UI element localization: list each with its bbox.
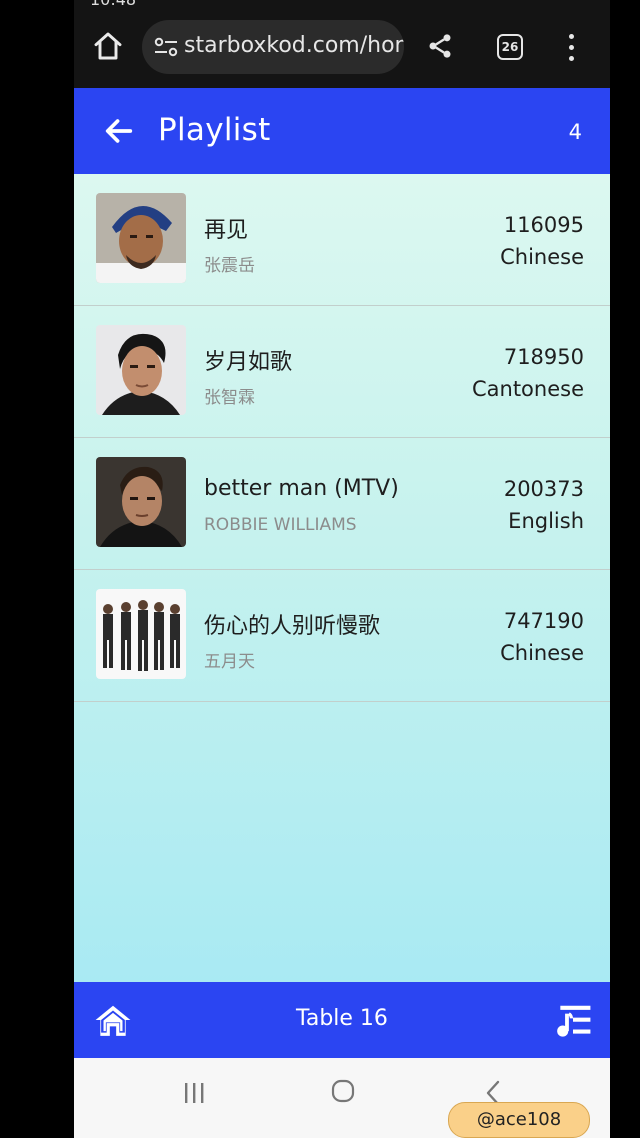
tabs-count-button[interactable]: 26 <box>497 34 523 60</box>
address-bar[interactable]: starboxkod.com/hon <box>142 20 404 74</box>
song-play-count: 116095 <box>503 213 584 237</box>
list-item[interactable]: 再见 张震岳 116095 Chinese <box>74 174 610 306</box>
app-header: Playlist 4 <box>74 88 610 174</box>
circle-home-icon[interactable] <box>331 1079 355 1103</box>
share-icon[interactable] <box>426 32 454 60</box>
status-bar: 10:48 <box>74 0 610 9</box>
album-thumbnail <box>96 325 186 415</box>
browser-toolbar: starboxkod.com/hon 26 <box>74 8 610 88</box>
song-artist: 张智霖 <box>204 388 255 408</box>
list-item[interactable]: 岁月如歌 张智霖 718950 Cantonese <box>74 306 610 438</box>
playlist-list: 再见 张震岳 116095 Chinese 岁月如歌 张智霖 718950 Ca… <box>74 174 610 982</box>
album-thumbnail <box>96 457 186 547</box>
song-language: Cantonese <box>471 377 584 401</box>
playlist-count: 4 <box>568 120 582 144</box>
more-vert-icon[interactable] <box>568 34 576 62</box>
song-language: Chinese <box>500 641 584 665</box>
arrow-back-icon[interactable] <box>102 114 136 148</box>
url-text: starboxkod.com/hon <box>184 33 404 58</box>
song-artist: 张震岳 <box>204 256 255 276</box>
song-title: 伤心的人别听慢歌 <box>204 614 381 639</box>
queue-music-icon[interactable] <box>554 1002 592 1038</box>
song-play-count: 718950 <box>503 345 584 369</box>
song-play-count: 200373 <box>503 477 584 501</box>
list-item[interactable]: 伤心的人别听慢歌 五月天 747190 Chinese <box>74 570 610 702</box>
song-language: Chinese <box>500 245 584 269</box>
phone-screen: 10:48 starboxkod.com/hon 26 <box>74 0 610 1138</box>
song-language: English <box>508 509 584 533</box>
site-settings-icon[interactable] <box>154 37 178 57</box>
recent-apps-icon[interactable] <box>182 1082 206 1104</box>
song-artist: 五月天 <box>204 652 255 672</box>
list-item[interactable]: better man (MTV) ROBBIE WILLIAMS 200373 … <box>74 438 610 570</box>
album-thumbnail <box>96 589 186 679</box>
album-thumbnail <box>96 193 186 283</box>
bottom-bar: Table 16 <box>74 982 610 1058</box>
song-title: better man (MTV) <box>204 476 399 501</box>
song-artist: ROBBIE WILLIAMS <box>204 515 357 535</box>
home-icon[interactable] <box>92 30 124 62</box>
song-play-count: 747190 <box>503 609 584 633</box>
watermark-badge: @ace108 <box>448 1102 590 1138</box>
song-title: 再见 <box>204 218 249 243</box>
song-title: 岁月如歌 <box>204 350 293 375</box>
table-label: Table 16 <box>296 1006 388 1031</box>
page-title: Playlist <box>158 112 271 148</box>
